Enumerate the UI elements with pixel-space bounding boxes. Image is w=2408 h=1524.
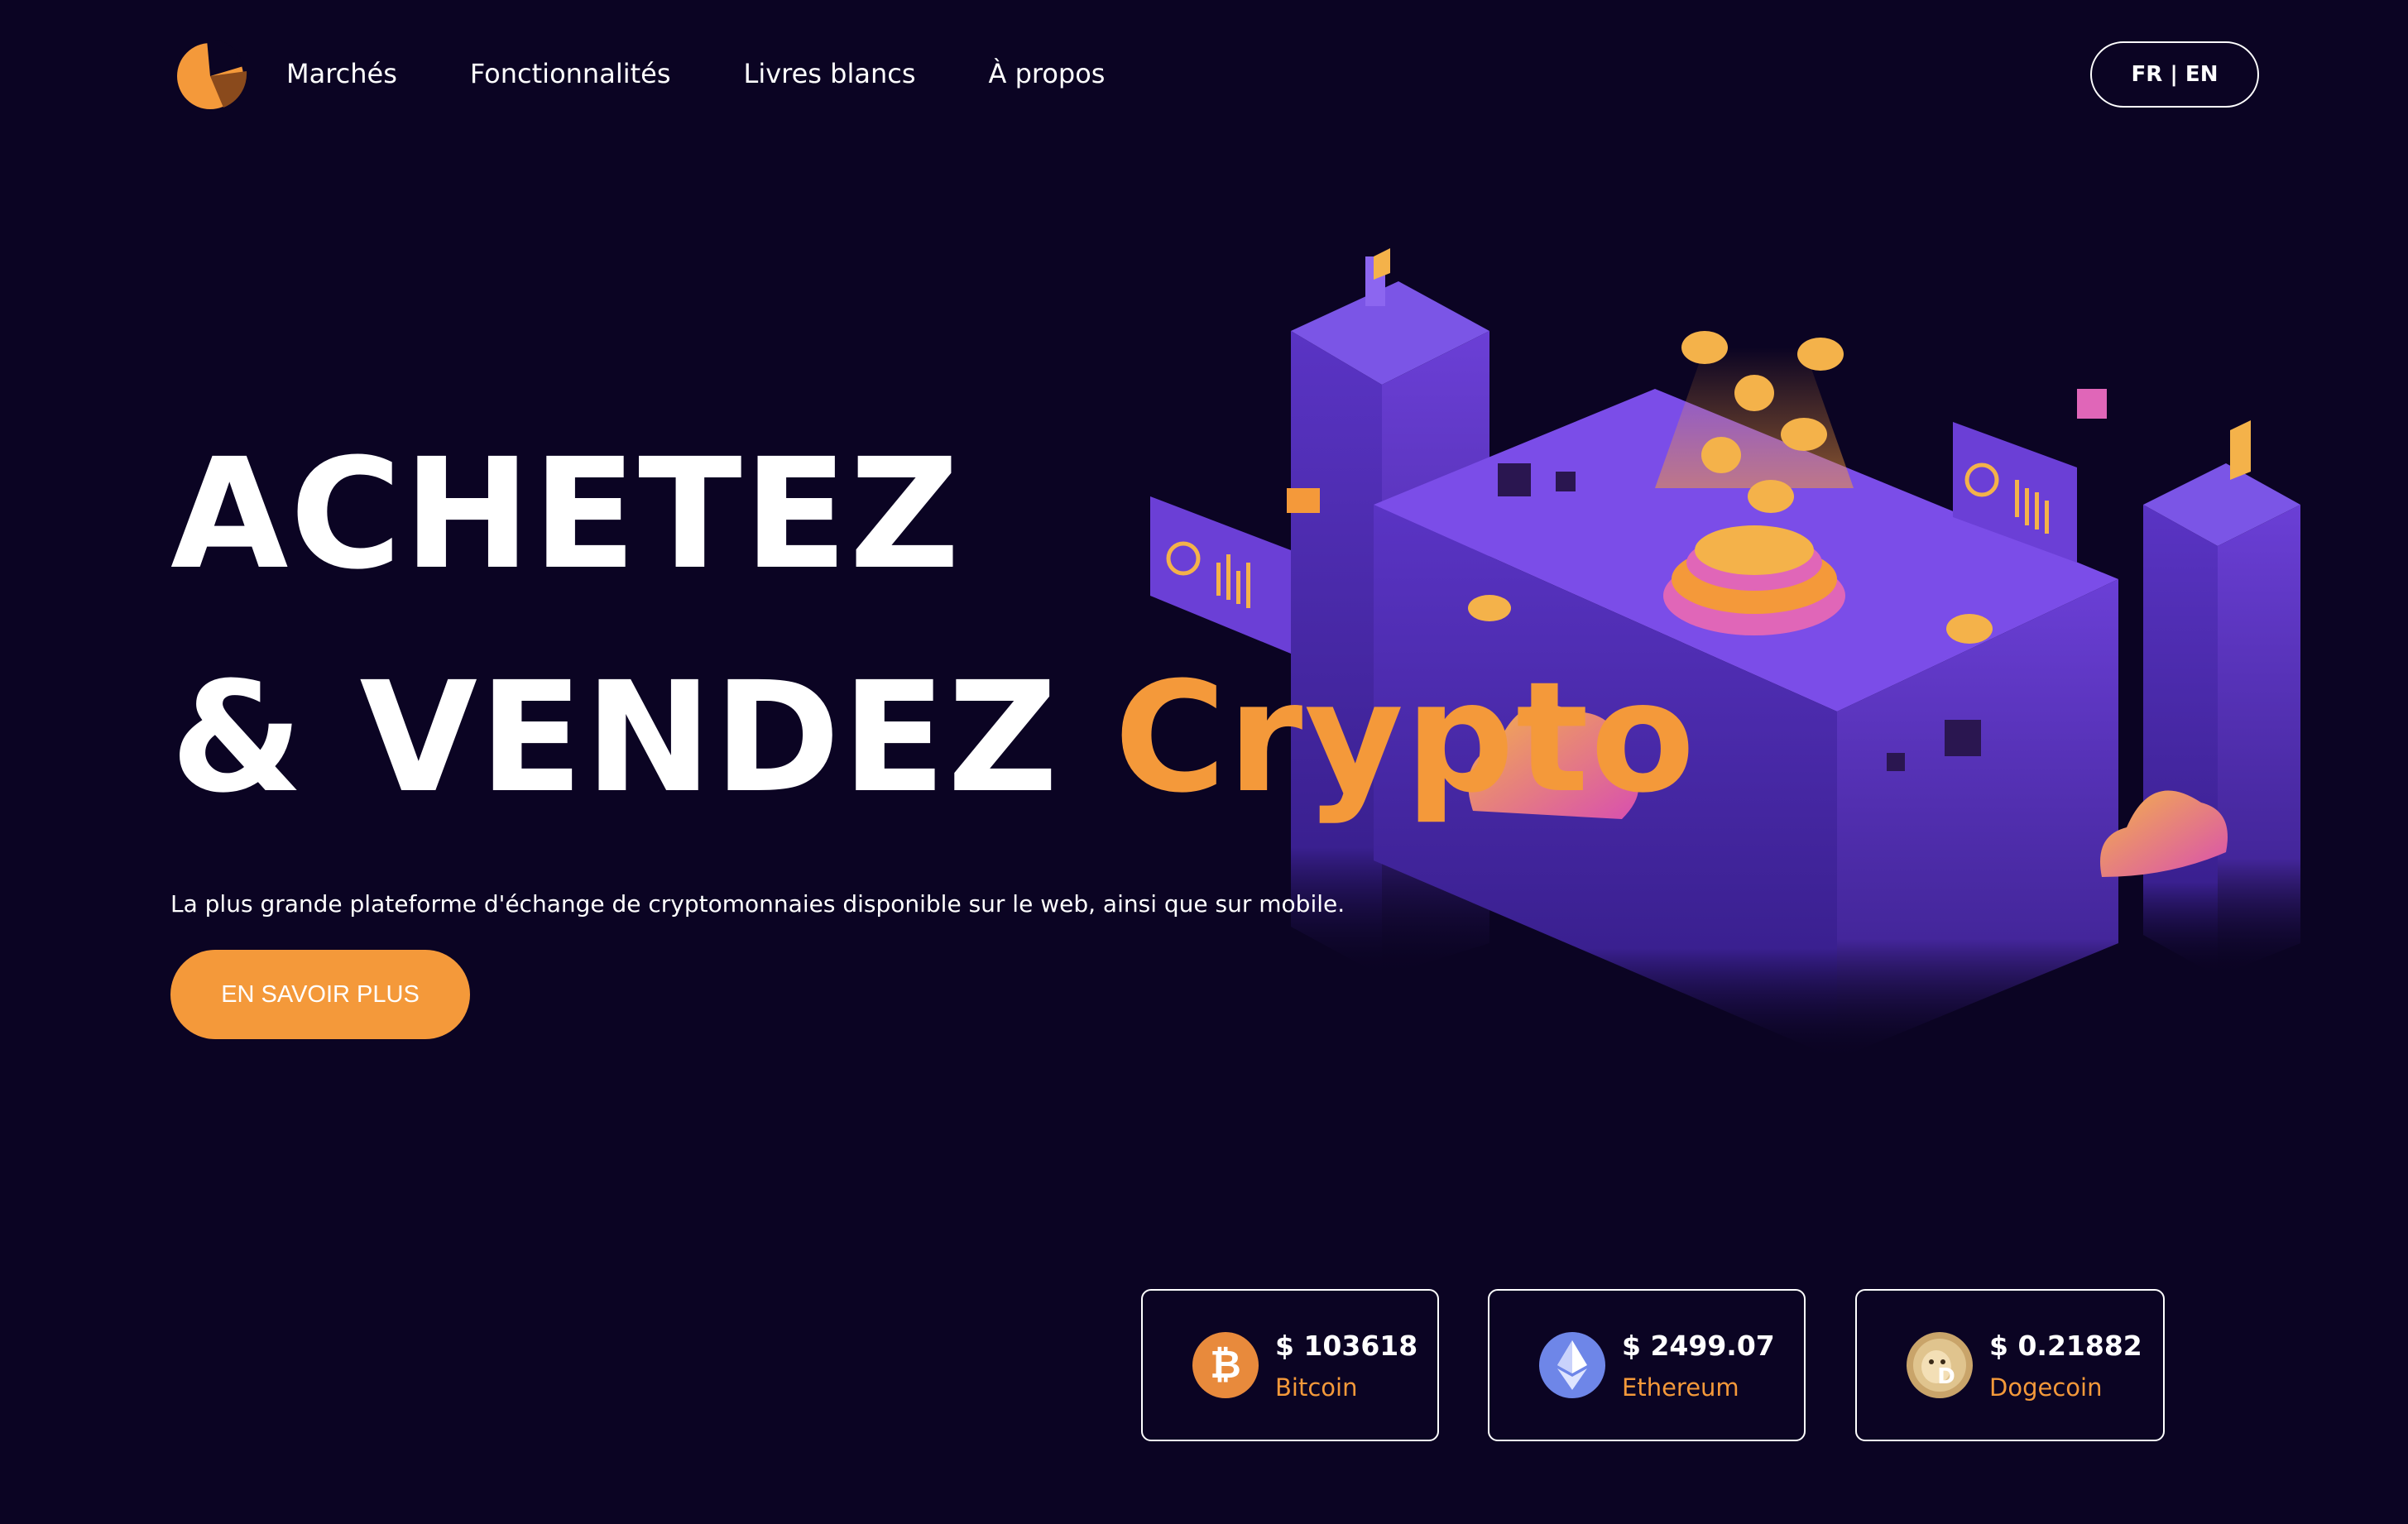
coin-name: Ethereum	[1622, 1373, 1739, 1402]
hero-subtitle: La plus grande plateforme d'échange de c…	[170, 890, 1346, 918]
nav-markets[interactable]: Marchés	[286, 58, 397, 89]
price-value: $ 103618	[1275, 1329, 1418, 1362]
brand-logo[interactable]	[174, 40, 253, 111]
chart-panel-left	[1150, 496, 1291, 654]
price-card-bitcoin[interactable]: ₿ $ 103618 Bitcoin	[1141, 1289, 1439, 1441]
coin-name: Dogecoin	[1989, 1373, 2103, 1402]
nav-features[interactable]: Fonctionnalités	[470, 58, 671, 89]
bitcoin-icon: ₿	[1192, 1332, 1259, 1398]
hero-title-accent: Crypto	[1114, 649, 1697, 827]
price-value: $ 0.21882	[1989, 1329, 2142, 1362]
language-toggle[interactable]: FR | EN	[2090, 41, 2259, 108]
tower-right	[2143, 420, 2300, 976]
hero-title-line-2: & VENDEZ Crypto	[170, 662, 1696, 814]
price-card-text: $ 103618 Bitcoin	[1275, 1330, 1417, 1402]
nav-about[interactable]: À propos	[989, 58, 1106, 89]
hero-title-prefix: & VENDEZ	[170, 649, 1115, 827]
price-card-ethereum[interactable]: $ 2499.07 Ethereum	[1488, 1289, 1806, 1441]
nav-whitepapers[interactable]: Livres blancs	[744, 58, 916, 89]
learn-more-button[interactable]: EN SAVOIR PLUS	[170, 950, 470, 1039]
hero-title-line-1: ACHETEZ	[170, 426, 962, 603]
dogecoin-icon: D	[1907, 1332, 1973, 1398]
price-card-text: $ 2499.07 Ethereum	[1622, 1330, 1775, 1402]
price-card-text: $ 0.21882 Dogecoin	[1989, 1330, 2142, 1402]
price-card-dogecoin[interactable]: D $ 0.21882 Dogecoin	[1855, 1289, 2165, 1441]
ethereum-icon	[1539, 1332, 1605, 1398]
coin-name: Bitcoin	[1275, 1373, 1358, 1402]
price-value: $ 2499.07	[1622, 1329, 1775, 1362]
svg-text:₿: ₿	[1210, 1342, 1241, 1387]
main-nav: Marchés Fonctionnalités Livres blancs À …	[286, 58, 1178, 89]
svg-text:D: D	[1937, 1364, 1955, 1389]
